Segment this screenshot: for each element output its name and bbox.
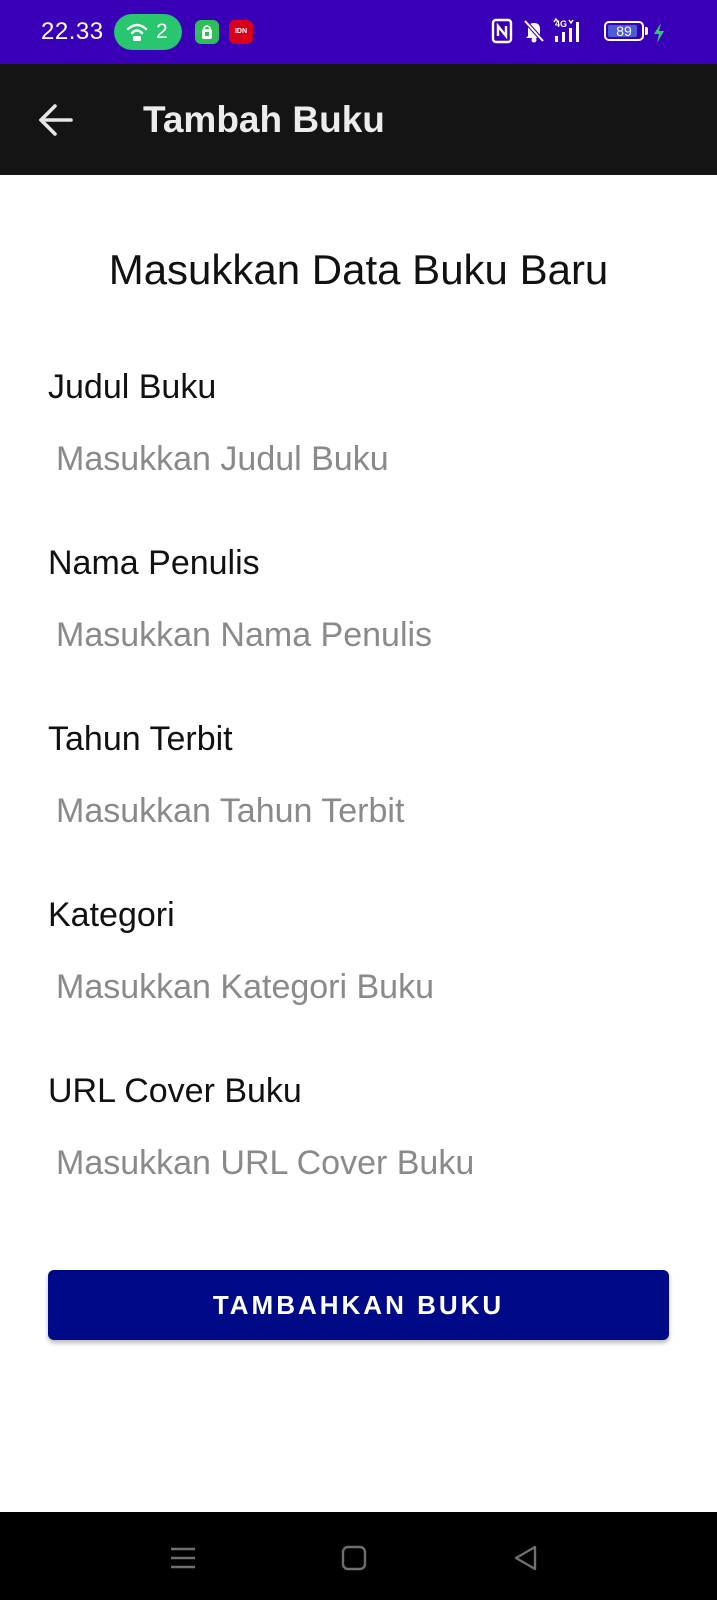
hotspot-count: 2 [156, 20, 168, 43]
page-title: Tambah Buku [143, 99, 385, 140]
arrow-left-icon [39, 104, 73, 136]
store-app-icon [195, 20, 219, 44]
battery-icon: 89 [604, 21, 644, 41]
status-time: 22.33 [41, 18, 104, 45]
year-label: Tahun Terbit [48, 720, 233, 758]
battery-tip [645, 27, 648, 35]
home-square-icon [341, 1545, 367, 1571]
recent-apps-button[interactable] [163, 1538, 203, 1578]
add-book-button[interactable]: TAMBAHKAN BUKU [48, 1270, 669, 1340]
mute-bell-icon [523, 19, 545, 43]
back-triangle-icon [514, 1545, 537, 1571]
cover-url-label: URL Cover Buku [48, 1072, 302, 1110]
battery-level: 89 [616, 23, 632, 39]
app-bar: Tambah Buku [0, 64, 717, 175]
cover-url-input[interactable] [48, 1132, 676, 1194]
category-input[interactable] [48, 956, 676, 1018]
signal-4g-icon: 4G [553, 18, 579, 42]
title-input[interactable] [48, 428, 676, 490]
category-label: Kategori [48, 896, 175, 934]
author-input[interactable] [48, 604, 676, 666]
hotspot-icon [126, 23, 148, 41]
charging-bolt-icon [654, 23, 664, 43]
idn-app-icon: IDN [229, 20, 253, 44]
nav-back-button[interactable] [505, 1538, 545, 1578]
hotspot-indicator: 2 [114, 14, 182, 50]
year-input[interactable] [48, 780, 676, 842]
title-label: Judul Buku [48, 368, 217, 406]
form-heading: Masukkan Data Buku Baru [108, 246, 609, 293]
home-button[interactable] [334, 1538, 374, 1578]
back-button[interactable] [28, 92, 84, 148]
author-label: Nama Penulis [48, 544, 260, 582]
nfc-icon [491, 18, 513, 44]
status-bar: 22.33 2 IDN 4G 89 [0, 0, 717, 64]
menu-icon [171, 1547, 195, 1569]
system-nav-bar [0, 1512, 717, 1600]
